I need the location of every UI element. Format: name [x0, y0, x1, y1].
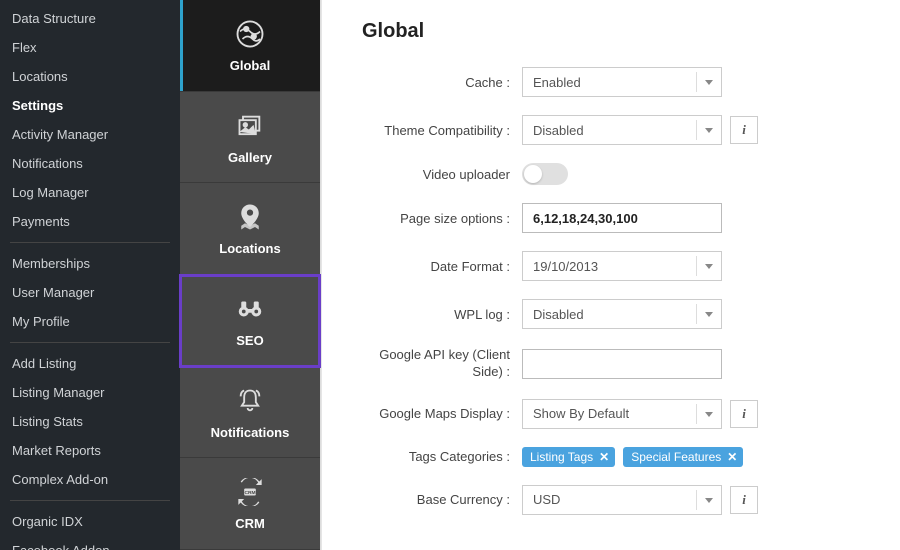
iconnav-label: Gallery: [228, 150, 272, 165]
label-currency: Base Currency :: [362, 492, 522, 507]
crm-icon: CRM: [234, 476, 266, 508]
sidebar-memberships[interactable]: Memberships: [0, 249, 180, 278]
iconnav-locations[interactable]: Locations: [180, 183, 320, 275]
iconnav-label: Locations: [219, 241, 280, 256]
pin-icon: [234, 201, 266, 233]
select-wpllog[interactable]: Disabled: [522, 299, 722, 329]
sidebar-my-profile[interactable]: My Profile: [0, 307, 180, 336]
select-dateformat[interactable]: 19/10/2013: [522, 251, 722, 281]
label-cache: Cache :: [362, 75, 522, 90]
iconnav-label: SEO: [236, 333, 263, 348]
label-video: Video uploader: [362, 167, 522, 182]
page-title: Global: [362, 20, 860, 43]
tag-listing-tags[interactable]: Listing Tags✕: [522, 447, 615, 467]
admin-sidebar: Data Structure Flex Locations Settings A…: [0, 0, 180, 550]
label-pagesize: Page size options :: [362, 211, 522, 226]
info-button-currency[interactable]: i: [730, 486, 758, 514]
divider: [10, 242, 170, 243]
label-tags: Tags Categories :: [362, 449, 522, 464]
sidebar-activity-manager[interactable]: Activity Manager: [0, 120, 180, 149]
sidebar-notifications[interactable]: Notifications: [0, 149, 180, 178]
iconnav-label: Global: [230, 58, 270, 73]
sidebar-market-reports[interactable]: Market Reports: [0, 436, 180, 465]
iconnav-label: Notifications: [211, 425, 290, 440]
select-cache[interactable]: Enabled: [522, 67, 722, 97]
sidebar-listing-stats[interactable]: Listing Stats: [0, 407, 180, 436]
label-dateformat: Date Format :: [362, 259, 522, 274]
sidebar-complex-addon[interactable]: Complex Add-on: [0, 465, 180, 494]
info-button-theme[interactable]: i: [730, 116, 758, 144]
select-currency[interactable]: USD: [522, 485, 722, 515]
sidebar-facebook-addon[interactable]: Facebook Addon: [0, 536, 180, 550]
sidebar-add-listing[interactable]: Add Listing: [0, 349, 180, 378]
sidebar-payments[interactable]: Payments: [0, 207, 180, 236]
sidebar-locations[interactable]: Locations: [0, 62, 180, 91]
svg-text:CRM: CRM: [244, 490, 255, 496]
close-icon[interactable]: ✕: [727, 450, 737, 464]
globe-icon: [234, 18, 266, 50]
iconnav-global[interactable]: Global: [180, 0, 320, 92]
sidebar-user-manager[interactable]: User Manager: [0, 278, 180, 307]
tag-special-features[interactable]: Special Features✕: [623, 447, 743, 467]
main-panel: Global Cache : Enabled Theme Compatibili…: [320, 0, 900, 550]
sidebar-log-manager[interactable]: Log Manager: [0, 178, 180, 207]
settings-iconnav: Global Gallery Locations SEO Notificatio…: [180, 0, 320, 550]
label-gmaps: Google Maps Display :: [362, 406, 522, 421]
input-google-api-key[interactable]: [522, 349, 722, 379]
select-theme[interactable]: Disabled: [522, 115, 722, 145]
label-apikey: Google API key (Client Side) :: [362, 347, 522, 381]
iconnav-gallery[interactable]: Gallery: [180, 92, 320, 184]
label-theme: Theme Compatibility :: [362, 123, 522, 138]
toggle-video-uploader[interactable]: [522, 163, 568, 185]
divider: [10, 342, 170, 343]
sidebar-settings[interactable]: Settings: [0, 91, 180, 120]
sidebar-listing-manager[interactable]: Listing Manager: [0, 378, 180, 407]
select-gmaps[interactable]: Show By Default: [522, 399, 722, 429]
iconnav-seo[interactable]: SEO: [180, 275, 320, 367]
close-icon[interactable]: ✕: [599, 450, 609, 464]
iconnav-crm[interactable]: CRM CRM: [180, 458, 320, 550]
label-wpllog: WPL log :: [362, 307, 522, 322]
sidebar-organic-idx[interactable]: Organic IDX: [0, 507, 180, 536]
input-page-size[interactable]: [522, 203, 722, 233]
iconnav-notifications[interactable]: Notifications: [180, 367, 320, 459]
binoculars-icon: [234, 293, 266, 325]
iconnav-label: CRM: [235, 516, 265, 531]
bell-icon: [234, 385, 266, 417]
sidebar-data-structure[interactable]: Data Structure: [0, 4, 180, 33]
divider: [10, 500, 170, 501]
image-icon: [234, 110, 266, 142]
sidebar-flex[interactable]: Flex: [0, 33, 180, 62]
info-button-gmaps[interactable]: i: [730, 400, 758, 428]
